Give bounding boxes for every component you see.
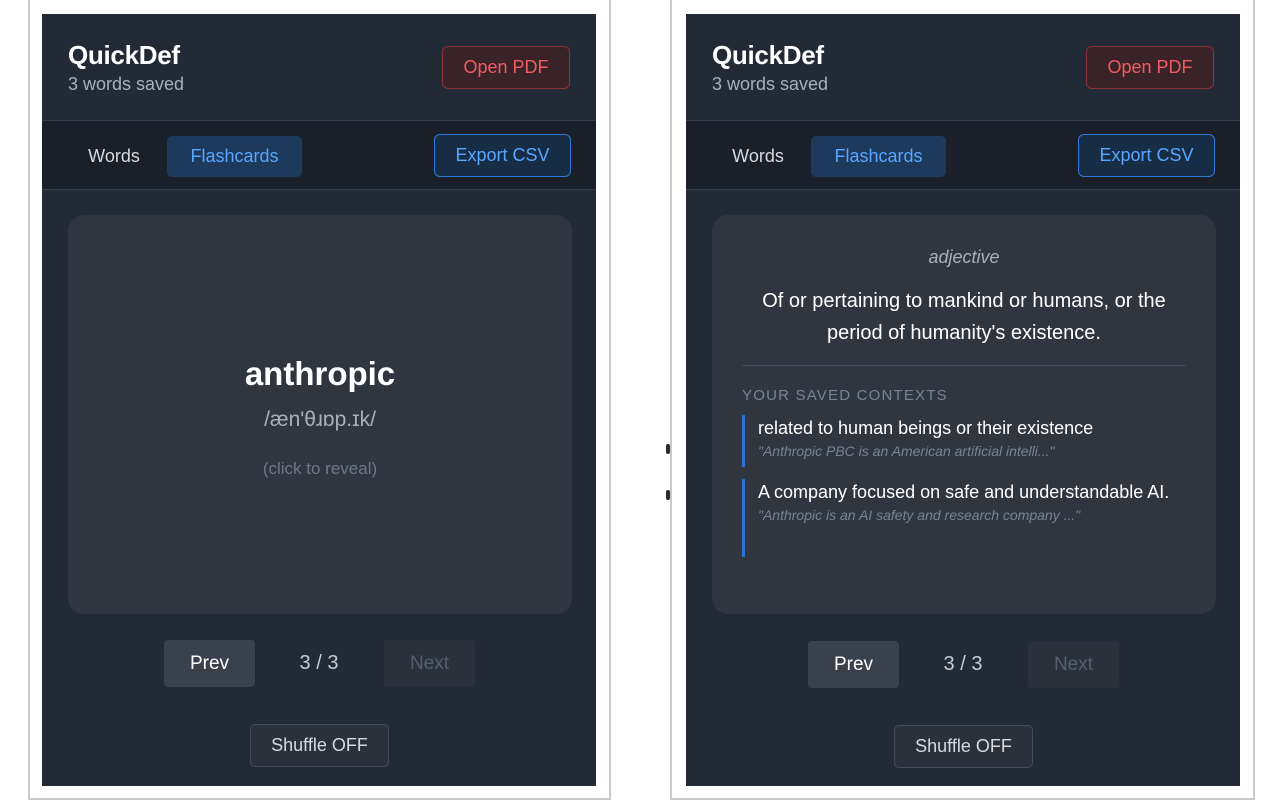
shuffle-toggle[interactable]: Shuffle OFF xyxy=(894,725,1033,768)
tab-flashcards[interactable]: Flashcards xyxy=(811,136,946,177)
contexts-heading: YOUR SAVED CONTEXTS xyxy=(742,387,948,404)
app-title: QuickDef xyxy=(712,40,824,70)
card-counter: 3 / 3 xyxy=(943,653,983,675)
flashcard-front[interactable]: anthropic /æn'θɹɒp.ɪk/ (click to reveal) xyxy=(68,215,572,614)
reveal-hint: (click to reveal) xyxy=(262,459,378,478)
window-front: QuickDef 3 words saved Open PDF Words Fl… xyxy=(28,0,611,800)
context-item: A company focused on safe and understand… xyxy=(742,479,1186,557)
tab-bar: Words Flashcards Export CSV xyxy=(42,120,596,190)
context-definition: A company focused on safe and understand… xyxy=(758,482,1170,502)
context-definition: related to human beings or their existen… xyxy=(758,418,1094,438)
popup-panel: QuickDef 3 words saved Open PDF Words Fl… xyxy=(42,14,596,786)
prev-button[interactable]: Prev xyxy=(808,641,899,688)
app-title: QuickDef xyxy=(68,40,180,70)
tab-flashcards[interactable]: Flashcards xyxy=(167,136,302,177)
tab-bar: Words Flashcards Export CSV xyxy=(686,120,1240,190)
next-button[interactable]: Next xyxy=(1028,641,1119,688)
window-back: QuickDef 3 words saved Open PDF Words Fl… xyxy=(670,0,1255,800)
context-item: related to human beings or their existen… xyxy=(742,415,1186,467)
prev-button[interactable]: Prev xyxy=(164,640,255,687)
open-pdf-button[interactable]: Open PDF xyxy=(1086,46,1214,89)
divider xyxy=(742,365,1186,366)
flashcard-back[interactable]: adjective Of or pertaining to mankind or… xyxy=(712,215,1216,614)
definition-text: Of or pertaining to mankind or humans, o… xyxy=(762,290,1166,344)
saved-count: 3 words saved xyxy=(712,74,829,94)
export-csv-button[interactable]: Export CSV xyxy=(1078,134,1215,177)
open-pdf-button[interactable]: Open PDF xyxy=(442,46,570,89)
tab-words[interactable]: Words xyxy=(712,136,804,177)
flashcard-phonetic: /æn'θɹɒp.ɪk/ xyxy=(264,408,376,431)
popup-panel: QuickDef 3 words saved Open PDF Words Fl… xyxy=(686,14,1240,786)
context-quote: "Anthropic PBC is an American artificial… xyxy=(758,443,1055,459)
header: QuickDef 3 words saved Open PDF xyxy=(686,14,1240,120)
next-button[interactable]: Next xyxy=(384,640,475,687)
flashcard-word: anthropic xyxy=(244,355,396,392)
context-quote: "Anthropic is an AI safety and research … xyxy=(758,507,1081,523)
shuffle-toggle[interactable]: Shuffle OFF xyxy=(250,724,389,767)
tab-words[interactable]: Words xyxy=(68,136,160,177)
saved-count: 3 words saved xyxy=(68,74,185,94)
header: QuickDef 3 words saved Open PDF xyxy=(42,14,596,120)
part-of-speech: adjective xyxy=(928,247,1000,267)
export-csv-button[interactable]: Export CSV xyxy=(434,134,571,177)
card-counter: 3 / 3 xyxy=(299,652,339,674)
